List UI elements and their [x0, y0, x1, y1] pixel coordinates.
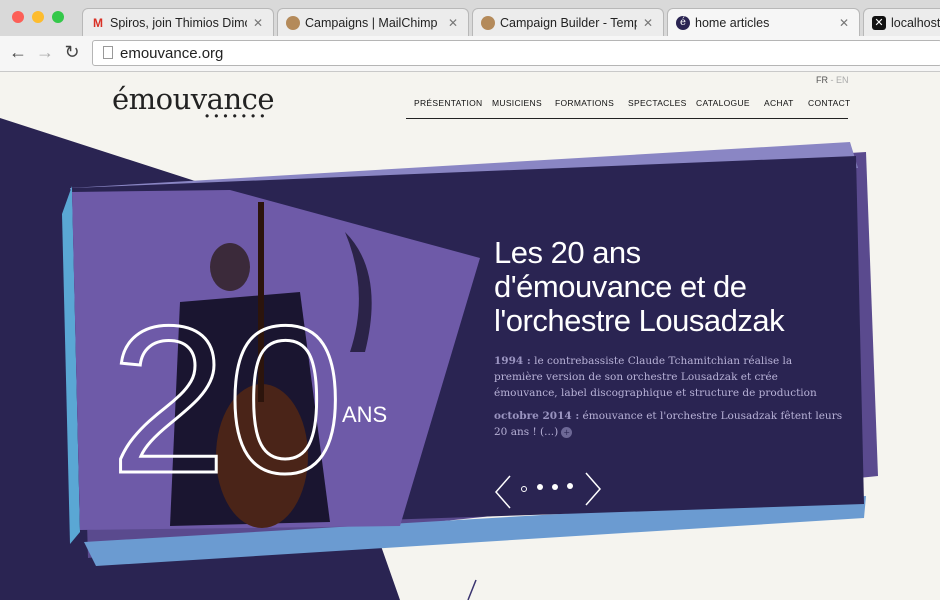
gmail-icon: M: [93, 15, 103, 30]
slider-dot-active[interactable]: [521, 486, 527, 492]
hero-title-line: Les 20 ans: [494, 235, 641, 270]
back-arrow-icon[interactable]: ←: [8, 42, 28, 62]
tab-close-icon[interactable]: ✕: [643, 16, 655, 30]
minimize-window-button[interactable]: [32, 11, 44, 23]
decorative-line: [467, 579, 477, 600]
forward-arrow-icon[interactable]: →: [35, 42, 55, 62]
lang-en-link[interactable]: EN: [836, 75, 849, 85]
x-icon: ✕: [872, 15, 886, 30]
nav-musiciens[interactable]: MUSICIENS: [492, 98, 542, 108]
slider-next-arrow-icon[interactable]: [583, 471, 603, 507]
browser-tab-mailchimp-campaigns[interactable]: Campaigns | MailChimp ✕: [277, 8, 469, 36]
close-window-button[interactable]: [12, 11, 24, 23]
read-more-icon[interactable]: +: [561, 426, 573, 438]
emouvance-icon: é: [676, 15, 690, 30]
nav-presentation[interactable]: PRÉSENTATION: [414, 98, 482, 108]
tab-title: Spiros, join Thimios Dimop: [110, 15, 247, 30]
browser-tab-bar: M Spiros, join Thimios Dimop ✕ Campaigns…: [0, 0, 940, 36]
lang-fr-link[interactable]: FR: [816, 75, 828, 85]
address-bar[interactable]: emouvance.org: [92, 40, 940, 66]
hero-title-line: d'émouvance et de: [494, 269, 747, 304]
main-navigation: PRÉSENTATION MUSICIENS FORMATIONS SPECTA…: [406, 98, 851, 119]
browser-toolbar: ← → ↻ emouvance.org: [0, 36, 940, 72]
slider-dot[interactable]: [567, 483, 573, 489]
tab-title: localhost:: [891, 15, 940, 30]
badge-ans-word: ANS: [342, 402, 387, 427]
slider-prev-arrow-icon[interactable]: [493, 474, 513, 510]
page-icon: [103, 46, 113, 59]
lang-separator: -: [830, 75, 834, 85]
tab-close-icon[interactable]: ✕: [839, 16, 851, 30]
mailchimp-icon: [286, 15, 300, 30]
hero-paragraph-1994: 1994 : le contrebassiste Claude Tchamitc…: [494, 353, 844, 401]
nav-achat[interactable]: ACHAT: [764, 98, 794, 108]
hero-paragraph-2014: octobre 2014 : émouvance et l'orchestre …: [494, 408, 844, 440]
slider-dot[interactable]: [552, 484, 558, 490]
hero-year-label: 1994 :: [494, 355, 531, 367]
hero-paragraph-text: le contrebassiste Claude Tchamitchian ré…: [494, 355, 817, 399]
mailchimp-icon: [481, 15, 495, 30]
language-switch: FR - EN: [816, 75, 849, 85]
badge-20-outline: 20: [110, 282, 344, 517]
slider-dot[interactable]: [537, 484, 543, 490]
nav-catalogue[interactable]: CATALOGUE: [696, 98, 750, 108]
nav-formations[interactable]: FORMATIONS: [555, 98, 614, 108]
hero-year-label: octobre 2014 :: [494, 410, 580, 422]
tab-title: Campaigns | MailChimp: [305, 15, 438, 30]
website-viewport: 20 ANS émouvance ••••••• FR - EN PRÉSENT…: [0, 72, 940, 600]
reload-icon[interactable]: ↻: [62, 42, 82, 62]
browser-tab-localhost[interactable]: ✕ localhost:: [863, 8, 940, 36]
nav-spectacles[interactable]: SPECTACLES: [628, 98, 687, 108]
browser-tab-home-articles[interactable]: é home articles ✕: [667, 8, 860, 36]
nav-contact[interactable]: CONTACT: [808, 98, 851, 108]
zoom-window-button[interactable]: [52, 11, 64, 23]
tab-title: home articles: [695, 15, 770, 30]
tab-close-icon[interactable]: ✕: [253, 16, 265, 30]
hero-title[interactable]: Les 20 ans d'émouvance et de l'orchestre…: [494, 236, 844, 338]
site-logo-dots: •••••••: [205, 109, 270, 123]
url-text[interactable]: emouvance.org: [120, 45, 223, 62]
browser-tab-campaign-builder[interactable]: Campaign Builder - Templa ✕: [472, 8, 664, 36]
browser-tab-gmail[interactable]: M Spiros, join Thimios Dimop ✕: [82, 8, 274, 36]
hero-title-line: l'orchestre Lousadzak: [494, 303, 785, 338]
tab-close-icon[interactable]: ✕: [448, 16, 460, 30]
tab-title: Campaign Builder - Templa: [500, 15, 637, 30]
hero-description: 1994 : le contrebassiste Claude Tchamitc…: [494, 353, 844, 447]
